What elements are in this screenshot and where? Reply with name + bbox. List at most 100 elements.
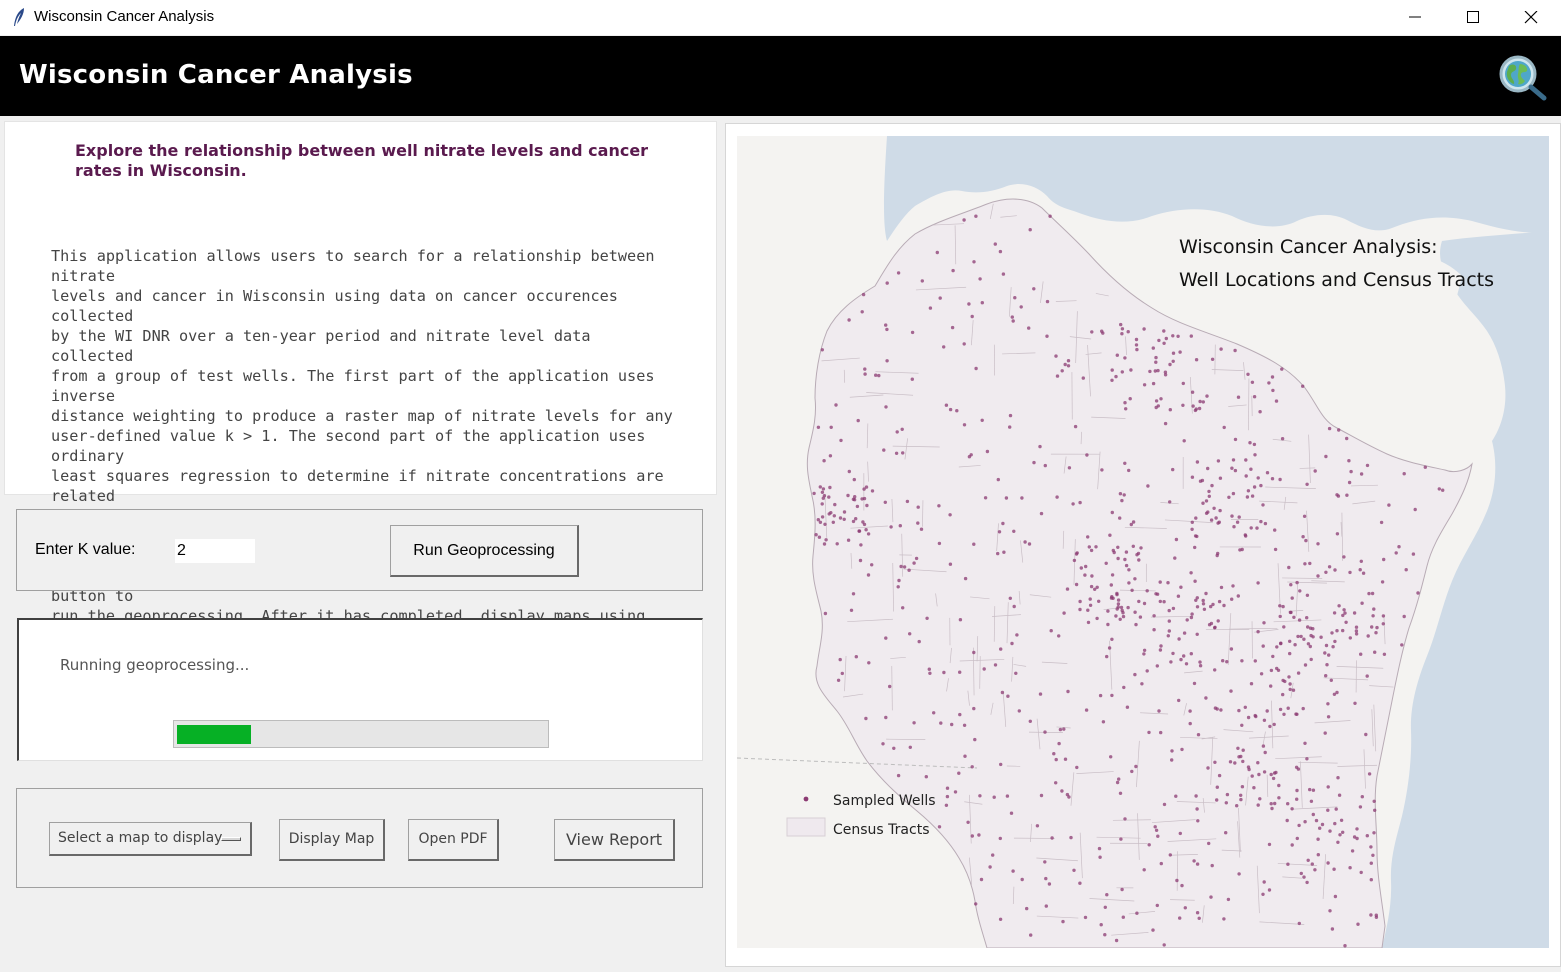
well-point [1200,478,1205,483]
well-point [861,292,866,297]
well-point [1224,801,1228,805]
well-point [1209,621,1214,626]
well-point [1120,327,1125,331]
well-point [1320,822,1325,827]
k-value-input[interactable] [175,539,255,563]
well-point [817,535,822,539]
well-point [860,310,864,314]
well-point [1306,625,1310,629]
well-point [1237,515,1241,519]
well-point [937,541,942,546]
well-point [1282,712,1286,716]
well-point [1273,547,1278,552]
well-point [846,538,851,542]
well-point [1218,508,1222,513]
open-pdf-button[interactable]: Open PDF [408,819,499,861]
well-point [1121,915,1125,919]
well-point [1337,428,1341,432]
well-point [973,737,977,742]
well-point [1301,384,1305,388]
intro-body: This application allows users to search … [51,226,681,686]
well-point [1358,568,1362,572]
well-point [1154,399,1159,403]
well-point [1094,545,1098,549]
well-point [1394,551,1398,555]
well-point [1283,679,1287,684]
well-point [1347,480,1352,485]
well-point [1098,855,1102,859]
well-point [816,425,821,429]
display-map-button[interactable]: Display Map [279,819,385,861]
well-point [1184,662,1189,666]
well-point [1273,801,1277,806]
well-point [1122,493,1126,497]
well-point [1216,459,1221,463]
well-point [1333,568,1337,572]
well-point [827,512,831,516]
well-point [1229,647,1234,651]
well-point [1201,602,1206,606]
well-point [1015,633,1019,637]
well-point [1089,584,1094,589]
well-point [1078,607,1082,612]
dropdown-indicator-icon [221,837,241,841]
well-point [920,279,924,283]
well-point [1057,741,1061,746]
run-geoprocessing-button[interactable]: Run Geoprocessing [390,525,579,577]
well-point [1083,573,1087,577]
well-point [1127,568,1131,572]
well-point [1088,603,1093,607]
well-point [1153,825,1157,829]
maximize-button[interactable] [1444,0,1502,35]
well-point [993,663,998,667]
well-point [1249,467,1253,471]
well-point [1000,690,1005,695]
well-point [1232,525,1236,529]
well-point [1151,928,1155,932]
well-point [1167,629,1171,633]
well-point [1207,841,1211,846]
well-point [1235,804,1239,808]
well-point [1189,652,1193,656]
well-point [1294,712,1298,716]
well-point [1027,326,1031,330]
well-point [1171,334,1175,338]
well-point [1326,715,1331,719]
well-point [1278,614,1282,619]
intro-panel: Explore the relationship between well ni… [4,121,717,665]
map-select-dropdown[interactable]: Select a map to display [49,822,252,856]
well-point [1017,709,1021,713]
well-point [1065,587,1070,591]
well-point [1008,425,1012,429]
well-point [1179,657,1183,662]
well-point [1261,644,1265,648]
well-point [1028,719,1032,723]
minimize-button[interactable] [1386,0,1444,35]
well-point [1337,793,1342,797]
well-point [1268,724,1272,729]
well-point [851,519,856,524]
well-point [1083,915,1088,920]
progress-bar [173,720,549,748]
well-point [1043,463,1047,468]
well-point [1272,722,1276,727]
well-point [1177,637,1181,641]
well-point [1343,611,1347,615]
legend-tracts-label: Census Tracts [833,822,929,838]
close-button[interactable] [1502,0,1560,35]
well-point [1118,617,1122,621]
well-point [1259,519,1263,524]
well-point [962,423,967,427]
well-point [1247,767,1251,772]
well-point [996,551,1000,556]
well-point [1332,867,1336,871]
well-point [1120,498,1124,503]
well-point [1248,441,1252,445]
well-point [1044,904,1048,908]
well-point [1047,882,1052,886]
well-point [1344,620,1348,624]
well-point [1162,802,1167,807]
well-point [1250,774,1254,778]
well-point [1178,831,1182,836]
view-report-button[interactable]: View Report [554,819,675,861]
